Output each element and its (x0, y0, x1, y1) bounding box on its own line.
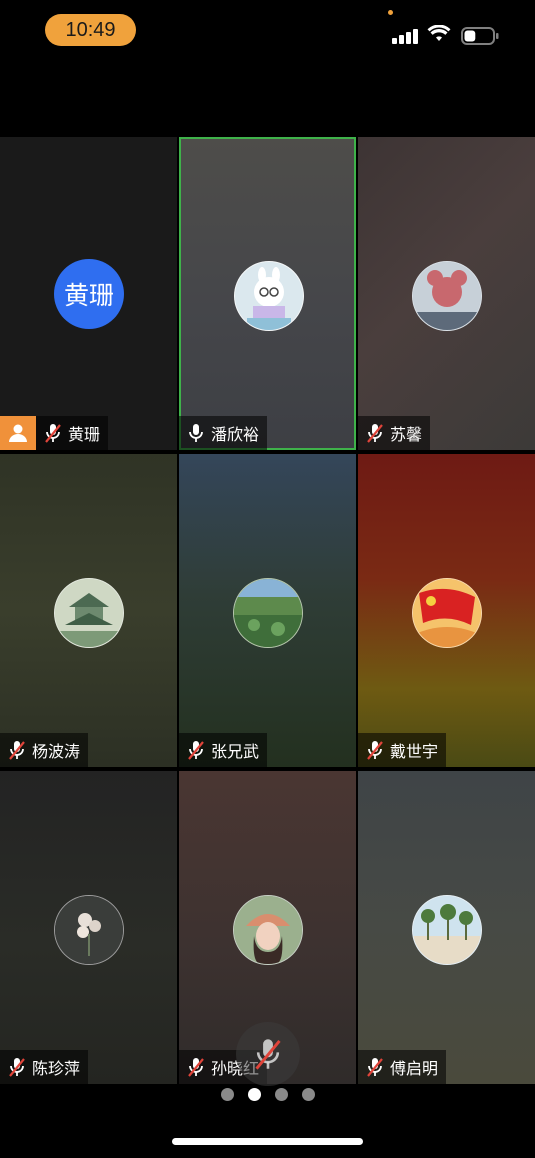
participant-tile[interactable]: 戴世宇 (358, 454, 535, 767)
avatar-image (234, 261, 304, 331)
avatar-initials: 黄珊 (54, 259, 124, 329)
avatar-image (233, 578, 303, 648)
status-time: 10:49 (45, 14, 136, 46)
mic-muted-icon (255, 1039, 281, 1070)
avatar-image (233, 895, 303, 965)
mic-muted-icon (188, 1058, 204, 1077)
wifi-icon (427, 25, 451, 41)
participant-tile[interactable]: 傅启明 (358, 771, 535, 1084)
participant-name: 杨波涛 (32, 744, 81, 761)
mic-muted-icon (367, 424, 383, 443)
participant-name-tag: 陈珍萍 (0, 1050, 89, 1084)
participant-tile[interactable]: 陈珍萍 (0, 771, 177, 1084)
participant-tile-active[interactable]: 潘欣裕 (179, 137, 356, 450)
participant-name: 苏馨 (390, 427, 423, 444)
participant-tile[interactable]: 张兄武 (179, 454, 356, 767)
participant-tile[interactable]: 杨波涛 (0, 454, 177, 767)
participant-name: 傅启明 (390, 1061, 439, 1078)
mic-muted-icon (45, 424, 61, 443)
mic-muted-icon (9, 741, 25, 760)
participant-name-tag: 傅启明 (358, 1050, 447, 1084)
page-indicator[interactable] (0, 1088, 535, 1104)
participant-name: 张兄武 (211, 744, 260, 761)
mic-muted-icon (367, 741, 383, 760)
cellular-signal-icon (392, 28, 420, 44)
participant-tile[interactable]: 苏馨 (358, 137, 535, 450)
battery-icon (461, 27, 499, 45)
avatar-image (412, 895, 482, 965)
participant-tile[interactable]: 黄珊 黄珊 (0, 137, 177, 450)
participant-name-tag: 黄珊 (36, 416, 109, 450)
mic-muted-icon (367, 1058, 383, 1077)
page-dot-active[interactable] (247, 1088, 261, 1101)
host-icon (0, 416, 36, 450)
page-dot[interactable] (220, 1088, 234, 1101)
participant-name-tag: 苏馨 (358, 416, 431, 450)
participant-name: 陈珍萍 (32, 1061, 81, 1078)
home-indicator[interactable] (172, 1138, 363, 1145)
participant-name-tag: 潘欣裕 (179, 416, 268, 450)
participant-name-tag: 张兄武 (179, 733, 268, 767)
page-dot[interactable] (301, 1088, 315, 1101)
mic-muted-icon (9, 1058, 25, 1077)
avatar-image (54, 895, 124, 965)
avatar-image (412, 578, 482, 648)
avatar-image (54, 578, 124, 648)
participant-name-tag: 杨波涛 (0, 733, 89, 767)
page-dot[interactable] (274, 1088, 288, 1101)
participant-name: 黄珊 (68, 427, 101, 444)
participant-name-tag: 戴世宇 (358, 733, 447, 767)
mic-icon (189, 424, 203, 442)
participant-name: 潘欣裕 (211, 427, 260, 444)
participant-name: 戴世宇 (390, 744, 439, 761)
mute-toggle-button[interactable] (236, 1022, 300, 1086)
mic-muted-icon (188, 741, 204, 760)
status-bar: 10:49 (0, 0, 535, 62)
privacy-indicator-dot (388, 10, 393, 15)
participant-grid: 黄珊 黄珊 潘欣裕 苏馨 杨波涛 张兄武 戴世宇 陈珍萍 孙晓红 傅启明 (0, 137, 535, 1085)
avatar-image (412, 261, 482, 331)
